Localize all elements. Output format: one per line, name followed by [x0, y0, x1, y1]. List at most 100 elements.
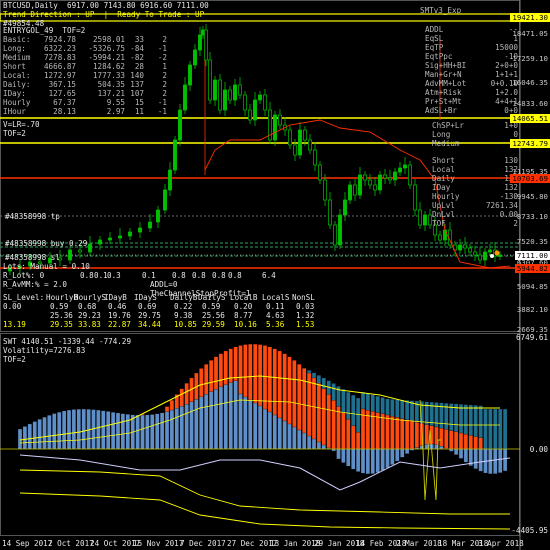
candle: [148, 221, 152, 229]
oscillator-bar-blue: [463, 448, 469, 463]
price-label: 14833.60: [512, 99, 548, 108]
sl-header: IDayS: [134, 293, 157, 302]
setting-name: EqTP: [425, 43, 444, 52]
setting-name: Atm+Risk: [425, 88, 462, 97]
price-label: 17259.10: [512, 54, 548, 63]
setting-value: 1+2.0: [495, 88, 518, 97]
signal-name: DnLvl: [432, 210, 455, 219]
oscillator-bar-blue: [351, 448, 356, 470]
candle: [193, 49, 197, 66]
candle: [308, 139, 312, 151]
sl-order-label[interactable]: #48358998 sl: [5, 253, 60, 262]
oscillator-bar-blue: [145, 414, 150, 450]
oscillator-bar-orange: [316, 383, 322, 450]
oscillator-bar-orange: [463, 434, 469, 450]
price-label: 8733.10: [516, 212, 548, 221]
oscillator-bar-blue: [355, 448, 361, 472]
stats-cell: 127.65: [48, 89, 76, 98]
oscillator-bar-blue: [164, 411, 170, 450]
oscillator-bar-blue: [297, 429, 302, 450]
candle: [328, 199, 332, 226]
oscillator-bar-blue: [32, 421, 37, 450]
oscillator-bar-teal: [488, 408, 493, 450]
price-label: 14065.51: [510, 114, 550, 123]
candle: [298, 129, 302, 156]
oscillator-axis-label: 6749.61: [515, 333, 548, 342]
symbol-info: BTCUSD,Daily 6917.00 7143.80 6916.60 711…: [3, 1, 209, 10]
sl-cell: 0.20: [234, 302, 253, 311]
sl-header: LocalB: [230, 293, 258, 302]
stats-cell: -5326.75: [88, 44, 125, 53]
oscillator-bar-blue: [106, 411, 111, 450]
oscillator-bar-orange: [331, 400, 336, 450]
candle: [353, 184, 357, 196]
stats-cell: Short: [3, 62, 26, 71]
oscillator-bar-blue: [155, 413, 160, 450]
stats-cell: -1: [157, 98, 167, 107]
sl-header: HourlyS: [74, 293, 107, 302]
oscillator-bar-blue: [189, 401, 194, 450]
oscillator-bar-blue: [243, 396, 248, 450]
candle: [388, 177, 392, 181]
stats-cell: 504.35: [97, 80, 125, 89]
sl-cell: 0.11: [266, 302, 285, 311]
lot-number: 0.1: [142, 271, 156, 280]
candle: [68, 249, 72, 261]
date-label: 3 Apr 2018: [478, 539, 524, 548]
sl-cell: 22.87: [108, 320, 131, 329]
oscillator-bar-blue: [336, 448, 341, 460]
candle: [273, 114, 277, 141]
oscillator-bar-blue: [184, 404, 189, 450]
oscillator-bar-blue: [120, 413, 126, 450]
oscillator-bar-orange: [346, 419, 351, 450]
tp-order-label[interactable]: #48358998 tp: [5, 212, 60, 221]
oscillator-bar-blue: [390, 448, 395, 465]
candle: [478, 254, 482, 261]
sl-cell: 10.16: [234, 320, 257, 329]
oscillator-bar-blue: [57, 411, 62, 450]
sl-cell: 0.22: [174, 302, 193, 311]
setting-name: EqtPpc: [425, 52, 453, 61]
stats-cell: Basic:: [3, 35, 31, 44]
oscillator-bar-blue: [473, 448, 478, 470]
lr-value: V=LR=.70: [3, 120, 40, 129]
candle: [208, 59, 212, 101]
stats-cell: 2: [162, 71, 167, 80]
stats-cell: 107: [130, 89, 144, 98]
oscillator-bar-blue: [101, 410, 106, 450]
signal-name: Local: [432, 165, 455, 174]
sl-cell: 10.85: [174, 320, 197, 329]
oscillator-bar-blue: [174, 408, 179, 450]
candle: [288, 129, 292, 146]
candle: [483, 251, 487, 261]
sl-cell: 0.46: [108, 302, 127, 311]
candle: [313, 149, 317, 166]
candle: [333, 224, 337, 246]
oscillator-bar-blue: [424, 444, 429, 450]
sl-header: LocalS: [262, 293, 290, 302]
candle: [118, 235, 122, 239]
candle: [368, 179, 372, 186]
oscillator-bar-blue: [233, 380, 238, 450]
sl-cell: 34.44: [138, 320, 161, 329]
stats-cell: 7924.78: [43, 35, 76, 44]
oscillator-bar-blue: [253, 402, 258, 450]
candle: [258, 94, 262, 101]
candle: [238, 84, 242, 96]
sl-header: NonSL: [292, 293, 315, 302]
oscillator-bar-blue: [370, 448, 375, 474]
stats-cell: 9.55: [106, 98, 125, 107]
candle: [318, 164, 322, 181]
sl-cell: 1.32: [296, 311, 315, 320]
sl-cell: 29.23: [78, 311, 101, 320]
oscillator-bar-orange: [370, 411, 375, 450]
stats-cell: Hourly: [3, 98, 31, 107]
candle: [498, 254, 502, 257]
date-label: 14 Sep 2017: [2, 539, 53, 548]
buy-order-label[interactable]: #48358998 buy 0.29: [5, 239, 87, 248]
chart-window[interactable]: BTCUSD,Daily 6917.00 7143.80 6916.60 711…: [0, 0, 550, 550]
sl-header: DailyS: [198, 293, 226, 302]
price-label: 10703.69: [510, 174, 550, 183]
oscillator-bar-blue: [341, 448, 346, 463]
oscillator-bar-blue: [81, 408, 86, 450]
